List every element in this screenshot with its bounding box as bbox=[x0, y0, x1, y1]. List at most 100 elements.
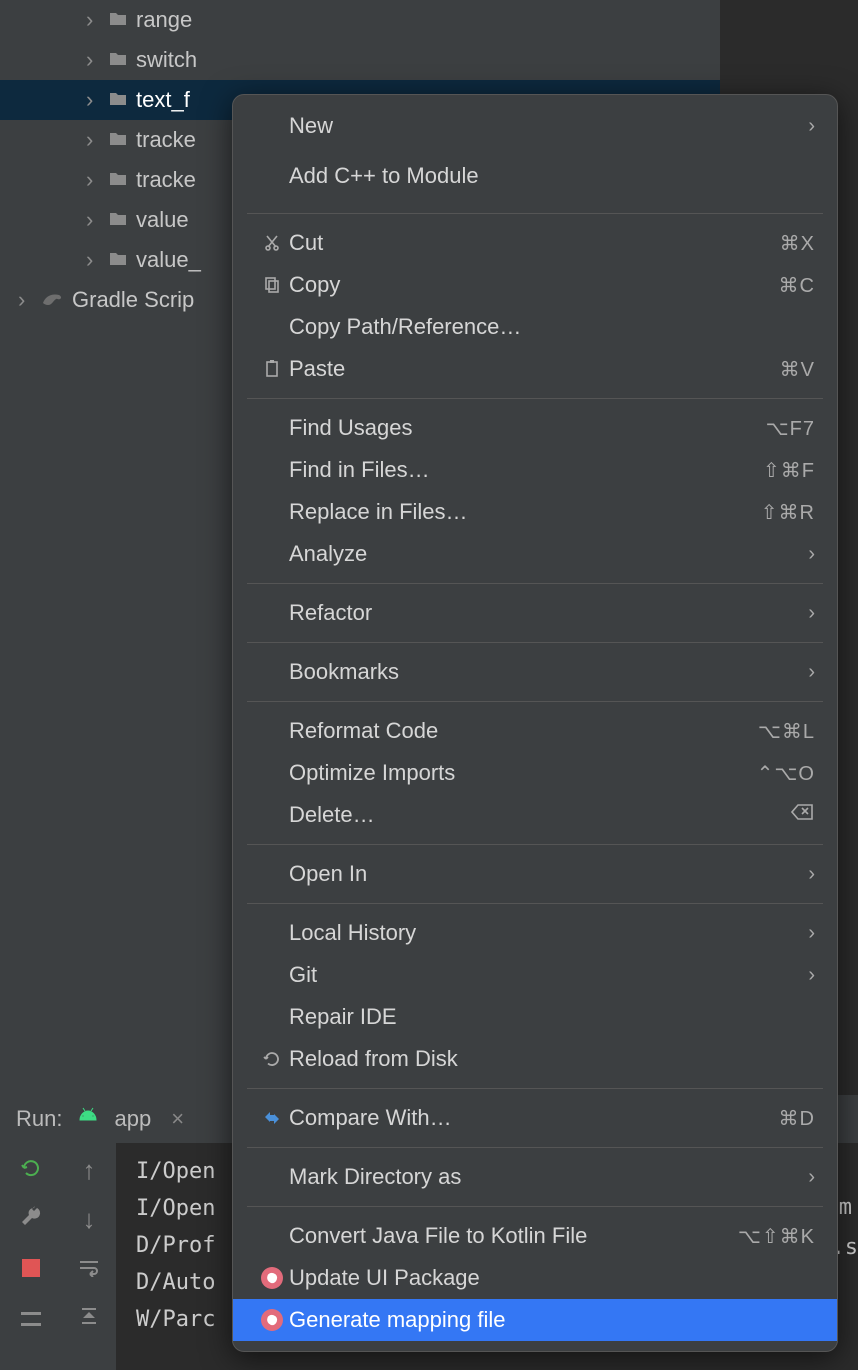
ctx-label: Mark Directory as bbox=[289, 1164, 808, 1190]
tree-item-range[interactable]: › range bbox=[0, 0, 720, 40]
scroll-to-end-icon[interactable] bbox=[78, 1302, 100, 1333]
arrow-down-icon[interactable]: ↓ bbox=[83, 1204, 96, 1235]
ctx-copy-path[interactable]: Copy Path/Reference… bbox=[233, 306, 837, 348]
shortcut: ⌘D bbox=[779, 1106, 815, 1131]
ctx-optimize-imports[interactable]: Optimize Imports ⌃⌥O bbox=[233, 752, 837, 794]
ctx-find-in-files[interactable]: Find in Files… ⇧⌘F bbox=[233, 449, 837, 491]
ctx-label: Copy bbox=[289, 272, 779, 298]
relay-icon bbox=[255, 1309, 289, 1331]
ctx-label: Copy Path/Reference… bbox=[289, 314, 815, 340]
ctx-label: Local History bbox=[289, 920, 808, 946]
folder-icon bbox=[108, 7, 128, 33]
tree-item-switch[interactable]: › switch bbox=[0, 40, 720, 80]
ctx-reload-disk[interactable]: Reload from Disk bbox=[233, 1038, 837, 1080]
shortcut: ⌘C bbox=[779, 273, 815, 298]
chevron-right-icon: › bbox=[86, 47, 100, 73]
ctx-paste[interactable]: Paste ⌘V bbox=[233, 348, 837, 390]
ctx-label: Find Usages bbox=[289, 415, 766, 441]
run-tab-app[interactable]: app bbox=[114, 1106, 151, 1132]
separator bbox=[247, 701, 823, 702]
shortcut: ⌃⌥O bbox=[757, 761, 815, 786]
run-tool-column-right: ↑ ↓ bbox=[62, 1143, 116, 1370]
chevron-right-icon: › bbox=[808, 922, 815, 945]
ctx-label: Optimize Imports bbox=[289, 760, 757, 786]
chevron-right-icon: › bbox=[86, 87, 100, 113]
tree-label: value bbox=[136, 207, 189, 233]
close-icon[interactable]: × bbox=[171, 1106, 184, 1132]
ctx-open-in[interactable]: Open In › bbox=[233, 853, 837, 895]
separator bbox=[247, 1206, 823, 1207]
arrow-up-icon[interactable]: ↑ bbox=[83, 1155, 96, 1186]
ctx-reformat[interactable]: Reformat Code ⌥⌘L bbox=[233, 710, 837, 752]
folder-icon bbox=[108, 127, 128, 153]
ctx-label: Add C++ to Module bbox=[289, 163, 815, 189]
ctx-label: Update UI Package bbox=[289, 1265, 815, 1291]
ctx-generate-mapping[interactable]: Generate mapping file bbox=[233, 1299, 837, 1341]
folder-icon bbox=[108, 207, 128, 233]
ctx-bookmarks[interactable]: Bookmarks › bbox=[233, 651, 837, 693]
separator bbox=[247, 583, 823, 584]
tree-label: text_f bbox=[136, 87, 190, 113]
folder-icon bbox=[108, 87, 128, 113]
android-icon bbox=[76, 1106, 100, 1132]
wrap-icon[interactable] bbox=[78, 1253, 100, 1284]
ctx-mark-directory[interactable]: Mark Directory as › bbox=[233, 1156, 837, 1198]
ctx-find-usages[interactable]: Find Usages ⌥F7 bbox=[233, 407, 837, 449]
shortcut: ⌘V bbox=[780, 357, 815, 382]
copy-icon bbox=[255, 275, 289, 295]
chevron-right-icon: › bbox=[86, 247, 100, 273]
ctx-label: Analyze bbox=[289, 541, 808, 567]
tree-label: tracke bbox=[136, 127, 196, 153]
reload-icon bbox=[255, 1049, 289, 1069]
cut-icon bbox=[255, 233, 289, 253]
ctx-repair-ide[interactable]: Repair IDE bbox=[233, 996, 837, 1038]
ctx-label: Convert Java File to Kotlin File bbox=[289, 1223, 738, 1249]
delete-key-icon bbox=[791, 803, 815, 827]
ctx-label: Cut bbox=[289, 230, 780, 256]
folder-icon bbox=[108, 247, 128, 273]
folder-icon bbox=[108, 167, 128, 193]
context-menu: New › Add C++ to Module Cut ⌘X Copy ⌘C C… bbox=[232, 94, 838, 1352]
run-tool-column-left bbox=[0, 1143, 62, 1370]
tree-label: range bbox=[136, 7, 192, 33]
separator bbox=[247, 642, 823, 643]
ctx-local-history[interactable]: Local History › bbox=[233, 912, 837, 954]
shortcut: ⌥⌘L bbox=[758, 719, 815, 744]
ctx-label: Reformat Code bbox=[289, 718, 758, 744]
shortcut: ⌥⇧⌘K bbox=[738, 1224, 815, 1249]
tree-label: tracke bbox=[136, 167, 196, 193]
ctx-analyze[interactable]: Analyze › bbox=[233, 533, 837, 575]
rerun-icon[interactable] bbox=[20, 1155, 42, 1186]
ctx-update-ui-package[interactable]: Update UI Package bbox=[233, 1257, 837, 1299]
gradle-icon bbox=[40, 287, 64, 313]
shortcut: ⌥F7 bbox=[766, 416, 815, 441]
separator bbox=[247, 1147, 823, 1148]
paste-icon bbox=[255, 359, 289, 379]
ctx-add-cpp[interactable]: Add C++ to Module bbox=[233, 147, 837, 205]
ctx-new[interactable]: New › bbox=[233, 105, 837, 147]
ctx-replace-in-files[interactable]: Replace in Files… ⇧⌘R bbox=[233, 491, 837, 533]
stop-icon[interactable] bbox=[22, 1253, 40, 1284]
chevron-right-icon: › bbox=[808, 115, 815, 138]
ctx-cut[interactable]: Cut ⌘X bbox=[233, 222, 837, 264]
relay-icon bbox=[255, 1267, 289, 1289]
ctx-copy[interactable]: Copy ⌘C bbox=[233, 264, 837, 306]
ctx-label: Bookmarks bbox=[289, 659, 808, 685]
tree-label: switch bbox=[136, 47, 197, 73]
chevron-right-icon: › bbox=[808, 543, 815, 566]
chevron-right-icon: › bbox=[86, 7, 100, 33]
shortcut: ⇧⌘R bbox=[761, 500, 815, 525]
separator bbox=[247, 844, 823, 845]
wrench-icon[interactable] bbox=[20, 1204, 42, 1235]
ctx-compare-with[interactable]: Compare With… ⌘D bbox=[233, 1097, 837, 1139]
ctx-label: Paste bbox=[289, 356, 780, 382]
chevron-right-icon: › bbox=[86, 207, 100, 233]
run-label: Run: bbox=[16, 1106, 62, 1132]
ctx-delete[interactable]: Delete… bbox=[233, 794, 837, 836]
ctx-git[interactable]: Git › bbox=[233, 954, 837, 996]
folder-icon bbox=[108, 47, 128, 73]
ctx-label: Find in Files… bbox=[289, 457, 763, 483]
ctx-convert-kotlin[interactable]: Convert Java File to Kotlin File ⌥⇧⌘K bbox=[233, 1215, 837, 1257]
ctx-refactor[interactable]: Refactor › bbox=[233, 592, 837, 634]
layout-icon[interactable] bbox=[21, 1302, 41, 1333]
